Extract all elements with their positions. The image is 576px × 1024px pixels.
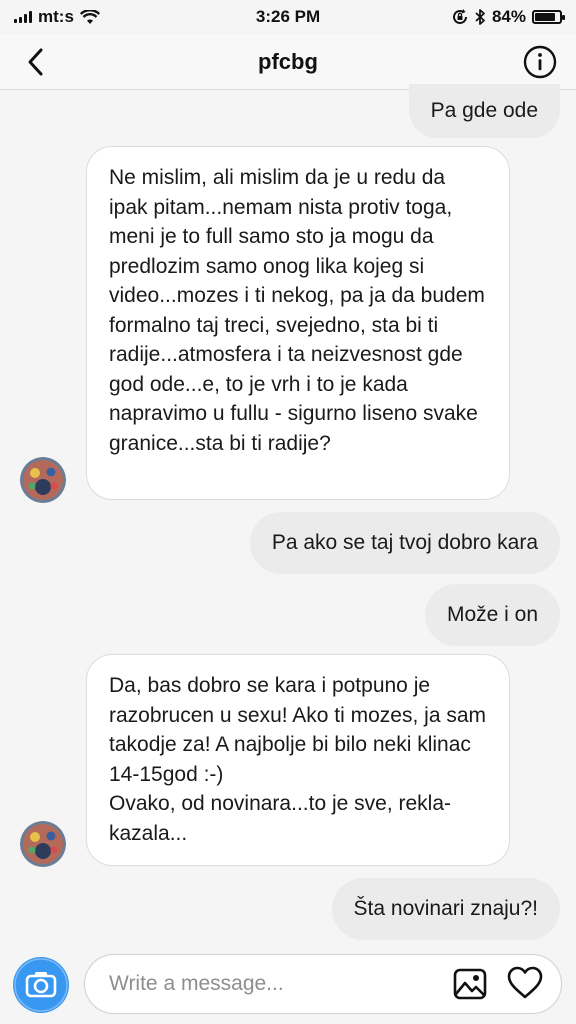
heart-icon[interactable] [507,966,543,1000]
outgoing-message[interactable]: Pa gde ode [408,84,560,138]
message-thread[interactable]: Pa gde ode Ne mislim, ali mislim da je u… [0,84,576,940]
status-right: 84% [451,7,565,27]
battery-icon [532,10,565,24]
carrier-name: mt:s [38,7,74,26]
avatar-image [20,457,66,503]
avatar[interactable] [20,821,66,867]
bluetooth-icon [475,9,485,25]
info-icon[interactable] [522,44,558,80]
outgoing-message[interactable]: Šta novinari znaju?! [331,878,560,940]
wifi-icon [79,9,100,24]
outgoing-message[interactable]: Može i on [424,584,560,646]
status-bar: mt:s 3:26 PM 84% [0,0,576,34]
incoming-message[interactable]: Ne mislim, ali mislim da je u redu da ip… [86,146,510,500]
conversation-header: pfcbg [0,34,576,90]
orientation-lock-icon [453,9,467,24]
message-composer [0,950,576,1024]
gallery-icon[interactable] [453,968,487,1000]
message-input-container[interactable] [84,954,562,1014]
chevron-left-icon [28,48,43,76]
message-input[interactable] [109,955,429,1012]
signal-icon [14,11,32,23]
battery-level [535,13,556,21]
battery-percent: 84% [491,7,526,26]
avatar-image [20,821,66,867]
conversation-username[interactable]: pfcbg [258,49,318,75]
outgoing-message[interactable]: Pa ako se taj tvoj dobro kara [249,512,560,574]
camera-icon[interactable] [12,956,70,1014]
back-button[interactable] [16,42,56,82]
incoming-message[interactable]: Da, bas dobro se kara i potpuno je razob… [86,654,510,866]
status-left: mt:s [14,7,100,27]
avatar[interactable] [20,457,66,503]
